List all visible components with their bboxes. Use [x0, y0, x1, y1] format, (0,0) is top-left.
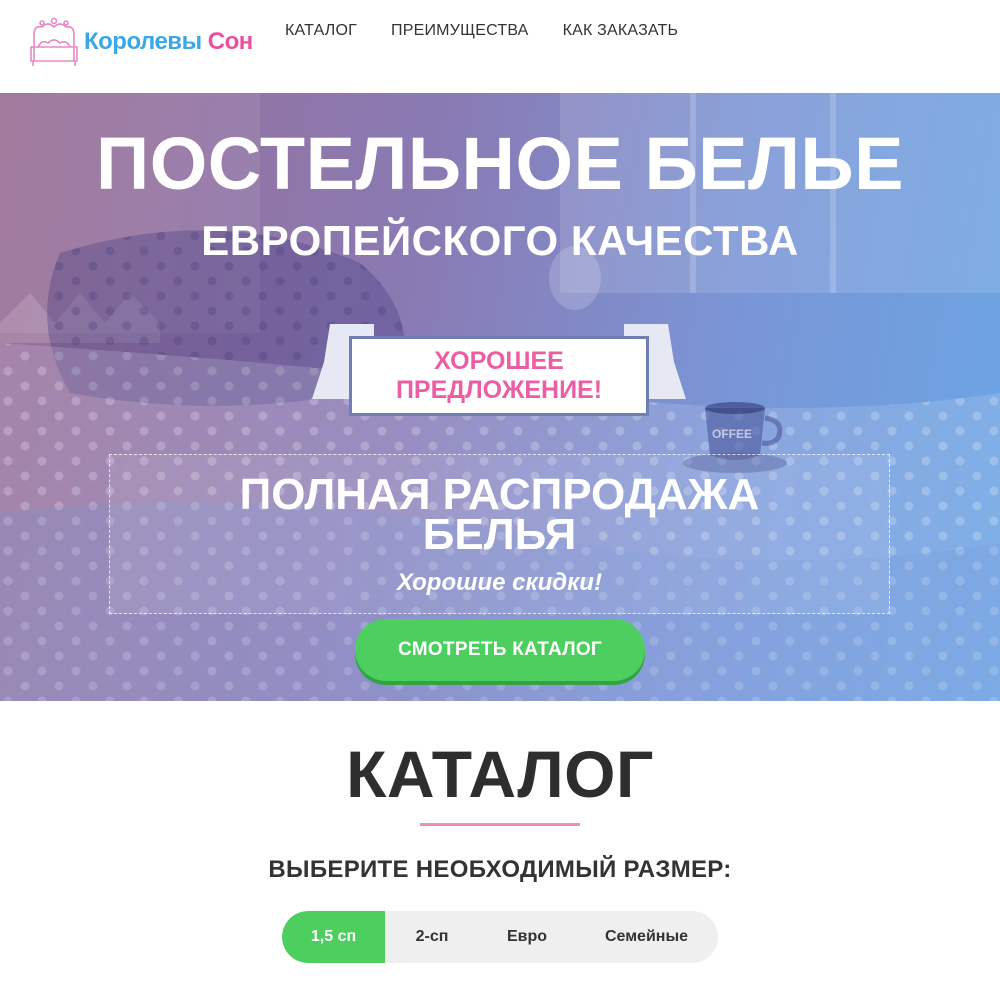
- logo-word-2: Сон: [207, 28, 254, 55]
- site-header: Королевы Сон КАТАЛОГ ПРЕИМУЩЕСТВА КАК ЗА…: [0, 0, 1000, 93]
- nav-item-catalog[interactable]: КАТАЛОГ: [285, 22, 357, 40]
- offer-ribbon-box: ХОРОШЕЕ ПРЕДЛОЖЕНИЕ!: [349, 336, 649, 416]
- size-tab-family[interactable]: Семейные: [575, 911, 718, 963]
- hero-title: ПОСТЕЛЬНОЕ БЕЛЬЕ: [96, 122, 904, 205]
- main-nav: КАТАЛОГ ПРЕИМУЩЕСТВА КАК ЗАКАЗАТЬ: [285, 22, 678, 40]
- cup-label: OFFEE: [712, 427, 752, 441]
- view-catalog-button[interactable]: СМОТРЕТЬ КАТАЛОГ: [355, 619, 645, 681]
- size-prompt: ВЫБЕРИТЕ НЕОБХОДИМЫЙ РАЗМЕР:: [268, 856, 732, 883]
- size-tabs: 1,5 сп 2-сп Евро Семейные: [282, 911, 718, 963]
- promo-title: ПОЛНАЯ РАСПРОДАЖА БЕЛЬЯ: [239, 470, 760, 559]
- hero-banner: OFFEE ПОСТЕЛЬНОЕ БЕЛЬЕ ЕВРОПЕЙСКОГО КАЧЕ…: [0, 93, 1000, 701]
- catalog-divider: [420, 823, 580, 826]
- nav-item-advantages[interactable]: ПРЕИМУЩЕСТВА: [391, 22, 529, 40]
- offer-ribbon: ХОРОШЕЕ ПРЕДЛОЖЕНИЕ!: [312, 324, 686, 416]
- size-tab-2[interactable]: 2-сп: [385, 911, 479, 963]
- hero-subtitle: ЕВРОПЕЙСКОГО КАЧЕСТВА: [201, 217, 799, 264]
- logo[interactable]: Королевы Сон: [28, 16, 253, 68]
- logo-word-1: Королевы: [84, 28, 202, 55]
- promo-box: ПОЛНАЯ РАСПРОДАЖА БЕЛЬЯ Хорошие скидки!: [109, 454, 890, 614]
- catalog-title: КАТАЛОГ: [346, 737, 654, 811]
- promo-subtitle: Хорошие скидки!: [397, 569, 602, 596]
- size-tab-euro[interactable]: Евро: [479, 911, 575, 963]
- logo-text: Королевы Сон: [84, 28, 253, 56]
- offer-ribbon-text: ХОРОШЕЕ ПРЕДЛОЖЕНИЕ!: [395, 347, 603, 404]
- bed-logo-icon: [30, 17, 78, 66]
- nav-item-how-to-order[interactable]: КАК ЗАКАЗАТЬ: [563, 22, 679, 40]
- size-tab-1-5[interactable]: 1,5 сп: [282, 911, 385, 963]
